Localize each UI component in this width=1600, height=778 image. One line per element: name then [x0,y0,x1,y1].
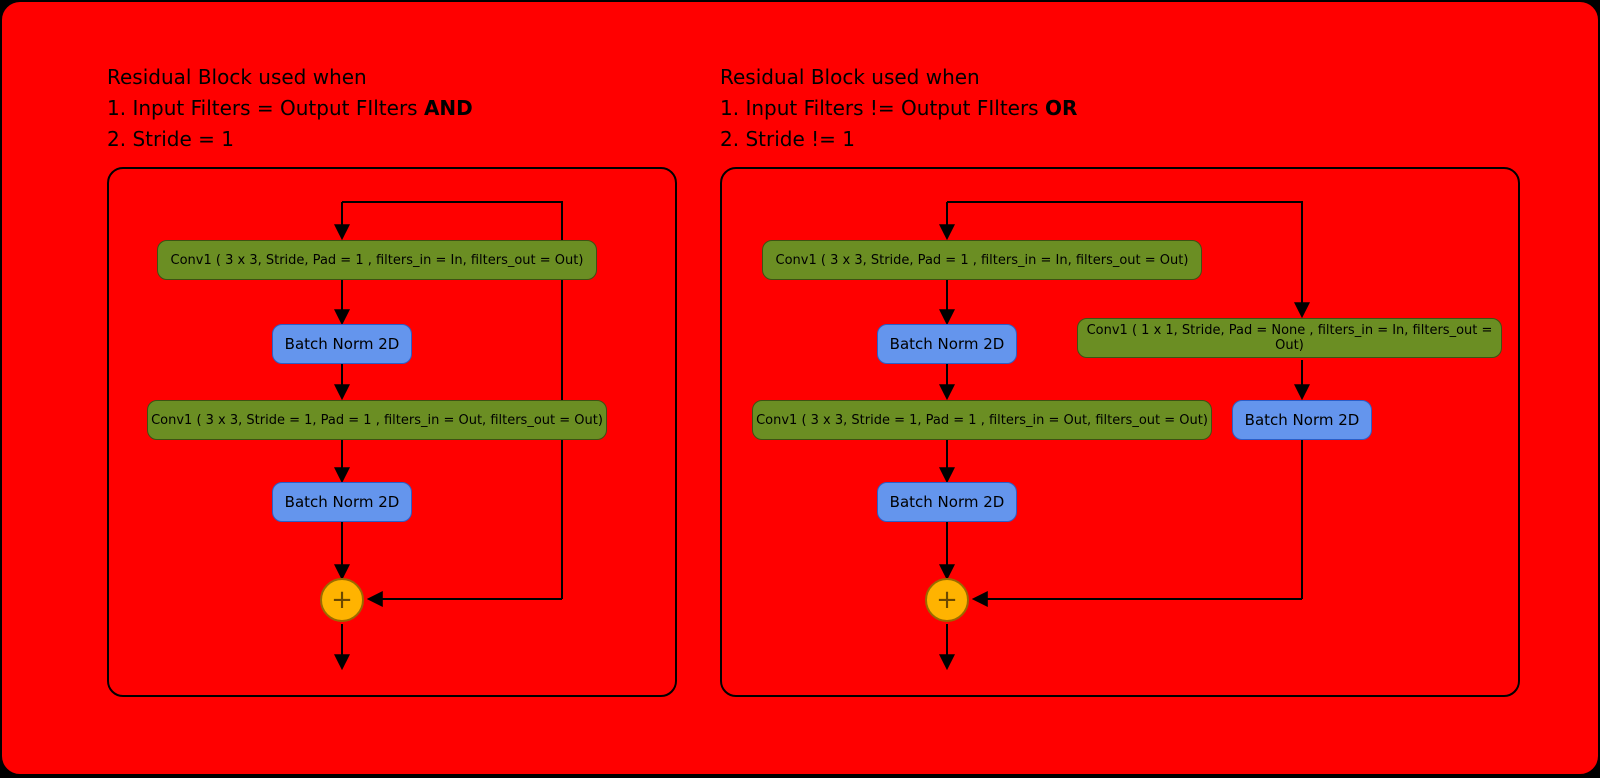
left-conv1-label: Conv1 ( 3 x 3, Stride, Pad = 1 , filters… [171,253,584,268]
right-heading-line1-bold: OR [1045,96,1077,120]
left-conv2-label: Conv1 ( 3 x 3, Stride = 1, Pad = 1 , fil… [151,413,603,428]
left-plus: + [320,578,364,622]
right-bn2-label: Batch Norm 2D [890,493,1005,511]
left-heading-line1-bold: AND [424,96,473,120]
left-conv1: Conv1 ( 3 x 3, Stride, Pad = 1 , filters… [157,240,597,280]
right-conv1: Conv1 ( 3 x 3, Stride, Pad = 1 , filters… [762,240,1202,280]
left-heading-line2: 2. Stride = 1 [107,124,473,155]
left-conv2: Conv1 ( 3 x 3, Stride = 1, Pad = 1 , fil… [147,400,607,440]
right-heading-line1-pre: 1. Input Filters != Output FIlters [720,96,1045,120]
right-heading-title: Residual Block used when [720,62,1077,93]
left-bn2-label: Batch Norm 2D [285,493,400,511]
left-heading-line1-pre: 1. Input Filters = Output FIlters [107,96,424,120]
left-bn1: Batch Norm 2D [272,324,412,364]
right-bn3: Batch Norm 2D [1232,400,1372,440]
right-heading-line1: 1. Input Filters != Output FIlters OR [720,93,1077,124]
left-heading-line1: 1. Input Filters = Output FIlters AND [107,93,473,124]
right-heading-line2: 2. Stride != 1 [720,124,1077,155]
right-bn2: Batch Norm 2D [877,482,1017,522]
right-conv1x1-label: Conv1 ( 1 x 1, Stride, Pad = None , filt… [1078,323,1501,353]
left-bn1-label: Batch Norm 2D [285,335,400,353]
right-conv2: Conv1 ( 3 x 3, Stride = 1, Pad = 1 , fil… [752,400,1212,440]
left-bn2: Batch Norm 2D [272,482,412,522]
right-conv1x1: Conv1 ( 1 x 1, Stride, Pad = None , filt… [1077,318,1502,358]
right-plus: + [925,578,969,622]
right-plus-label: + [936,587,958,613]
diagram-canvas: Residual Block used when 1. Input Filter… [0,0,1600,776]
left-heading-title: Residual Block used when [107,62,473,93]
right-conv1-label: Conv1 ( 3 x 3, Stride, Pad = 1 , filters… [776,253,1189,268]
right-conv2-label: Conv1 ( 3 x 3, Stride = 1, Pad = 1 , fil… [756,413,1208,428]
left-plus-label: + [331,587,353,613]
left-heading: Residual Block used when 1. Input Filter… [107,62,473,155]
right-bn1-label: Batch Norm 2D [890,335,1005,353]
right-bn3-label: Batch Norm 2D [1245,411,1360,429]
right-heading: Residual Block used when 1. Input Filter… [720,62,1077,155]
right-bn1: Batch Norm 2D [877,324,1017,364]
